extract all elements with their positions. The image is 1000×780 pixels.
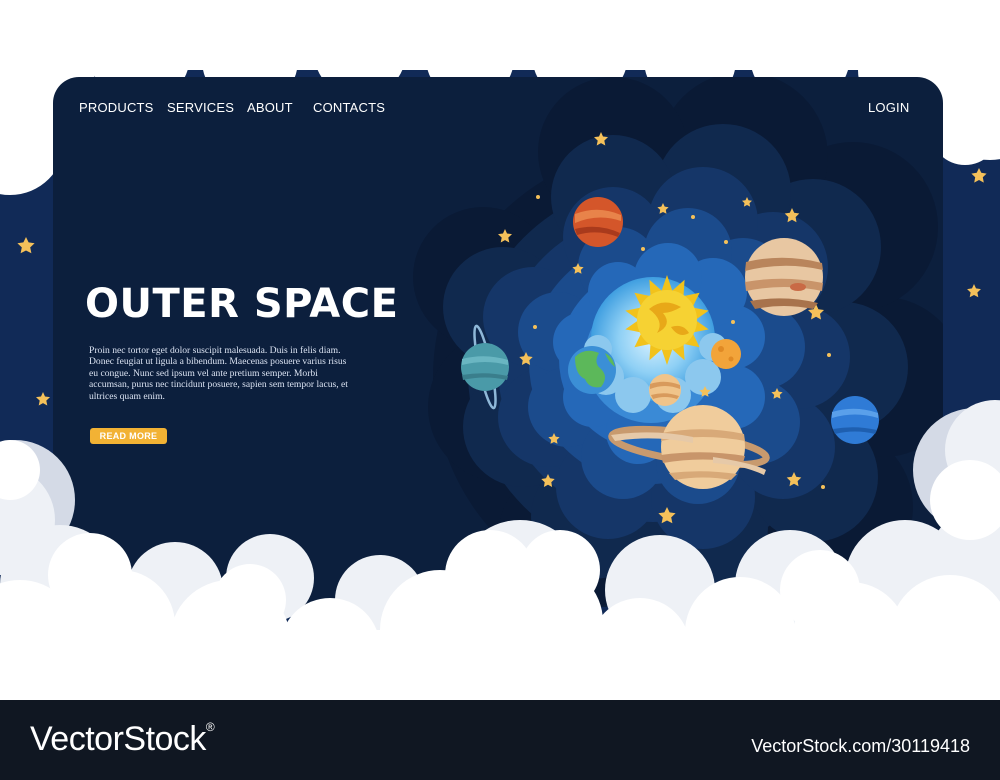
venus-icon bbox=[711, 339, 741, 369]
jupiter-icon bbox=[745, 238, 823, 316]
star-dot bbox=[821, 485, 825, 489]
nav-login[interactable]: LOGIN bbox=[868, 100, 909, 115]
star-icon bbox=[17, 237, 35, 254]
star-dot bbox=[536, 195, 540, 199]
hero-title: OUTER SPACE bbox=[85, 281, 399, 327]
star-icon bbox=[967, 284, 981, 298]
star-dot bbox=[827, 353, 831, 357]
nav-about[interactable]: ABOUT bbox=[247, 100, 293, 115]
star-dot bbox=[641, 247, 645, 251]
star-dot bbox=[533, 325, 537, 329]
nav-products[interactable]: PRODUCTS bbox=[79, 100, 154, 115]
star-dot bbox=[724, 240, 728, 244]
scene: PRODUCTS SERVICES ABOUT CONTACTS LOGIN O… bbox=[0, 0, 1000, 700]
hero-body-text: Proin nec tortor eget dolor suscipit mal… bbox=[89, 345, 348, 402]
earth-icon bbox=[568, 346, 616, 394]
star-icon bbox=[36, 392, 50, 406]
star-icon bbox=[971, 168, 987, 183]
mars-icon bbox=[573, 197, 623, 247]
watermark-bar: VectorStock® VectorStock.com/30119418 bbox=[0, 700, 1000, 780]
nav-contacts[interactable]: CONTACTS bbox=[313, 100, 385, 115]
star-dot bbox=[731, 320, 735, 324]
neptune-icon bbox=[831, 396, 879, 444]
mercury-icon bbox=[649, 374, 681, 406]
star-dot bbox=[691, 215, 695, 219]
watermark-id: VectorStock.com/30119418 bbox=[751, 736, 970, 756]
registered-mark: ® bbox=[205, 720, 215, 734]
website-panel: PRODUCTS SERVICES ABOUT CONTACTS LOGIN O… bbox=[53, 77, 943, 607]
watermark-logo: VectorStock® bbox=[30, 720, 215, 759]
read-more-button[interactable]: READ MORE bbox=[90, 428, 167, 444]
watermark-brand: VectorStock bbox=[30, 720, 206, 758]
solar-system-illustration bbox=[413, 77, 943, 607]
nav-services[interactable]: SERVICES bbox=[167, 100, 234, 115]
